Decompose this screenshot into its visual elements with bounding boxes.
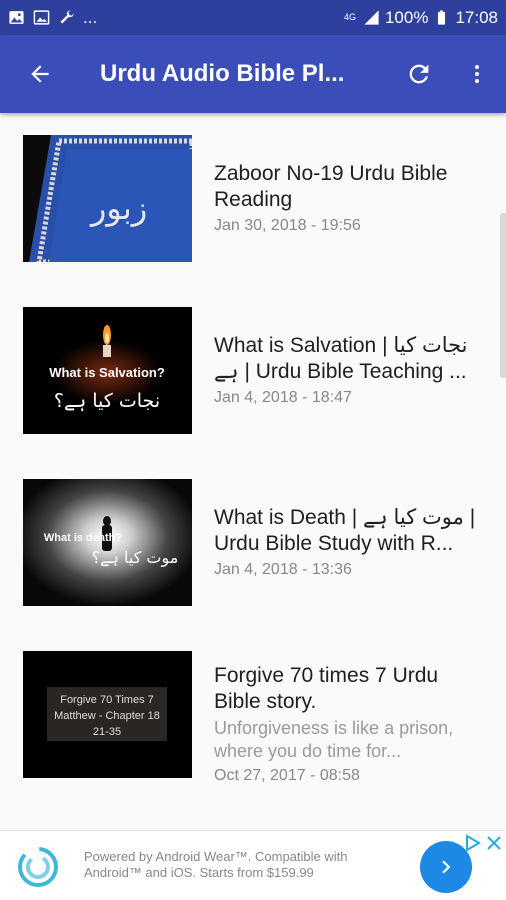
- thumbnail-caption-urdu: نجات کیا ہے؟: [54, 390, 160, 412]
- android-wear-logo-icon: [18, 847, 58, 887]
- video-description: Unforgiveness is like a prison, where yo…: [214, 718, 454, 761]
- more-notifications-text: ...: [83, 7, 98, 27]
- zaboor-thumbnail-art: زبور: [23, 135, 192, 262]
- thumbnail-line: Forgive 70 Times 7: [60, 694, 154, 706]
- video-item[interactable]: What is Salvation? نجات کیا ہے؟ What is …: [0, 285, 506, 457]
- status-bar: ... 4G 100% 17:08: [0, 0, 506, 35]
- video-item[interactable]: زبور Zaboor No-19 Urdu Bible Reading Jan…: [0, 113, 506, 285]
- back-button[interactable]: [0, 35, 80, 113]
- video-list[interactable]: زبور Zaboor No-19 Urdu Bible Reading Jan…: [0, 113, 506, 818]
- thumbnail-caption: What is death?: [44, 532, 123, 544]
- ad-text: Powered by Android Wear™. Compatible wit…: [84, 849, 348, 880]
- video-date: Jan 4, 2018 - 18:47: [214, 389, 352, 406]
- video-thumbnail[interactable]: What is death? موت کیا ہے؟: [23, 479, 192, 606]
- overflow-menu-button[interactable]: [448, 35, 506, 113]
- thumbnail-caption: What is Salvation?: [49, 365, 165, 380]
- video-thumbnail[interactable]: زبور: [23, 135, 192, 262]
- image-notification-icon: [9, 11, 24, 24]
- salvation-thumbnail-art: What is Salvation? نجات کیا ہے؟: [23, 307, 192, 434]
- thumbnail-caption-urdu: موت کیا ہے؟: [92, 548, 179, 568]
- more-vertical-icon: [475, 65, 479, 83]
- thumbnail-caption: زبور: [89, 189, 147, 227]
- death-thumbnail-art: What is death? موت کیا ہے؟: [23, 479, 192, 606]
- video-item[interactable]: Forgive 70 Times 7 Matthew - Chapter 18 …: [0, 629, 506, 801]
- video-thumbnail[interactable]: What is Salvation? نجات کیا ہے؟: [23, 307, 192, 434]
- video-date: Jan 30, 2018 - 19:56: [214, 217, 361, 234]
- battery-icon: [438, 10, 446, 25]
- video-date: Jan 4, 2018 - 13:36: [214, 561, 352, 578]
- signal-icon: [364, 10, 379, 25]
- refresh-button[interactable]: [390, 35, 448, 113]
- gallery-notification-icon: [33, 10, 50, 25]
- clock-text: 17:08: [455, 7, 498, 27]
- video-title: What is Salvation | نجات کیا ہے | Urdu B…: [214, 334, 468, 383]
- battery-percent-text: 100%: [384, 7, 429, 27]
- thumbnail-line: Matthew - Chapter 18: [54, 710, 160, 722]
- video-date: Oct 27, 2017 - 08:58: [214, 767, 360, 784]
- back-arrow-icon: [31, 65, 49, 83]
- close-icon[interactable]: [484, 833, 504, 853]
- ad-banner[interactable]: Powered by Android Wear™. Compatible wit…: [0, 830, 506, 900]
- chevron-right-icon: [442, 860, 451, 874]
- app-bar: Urdu Audio Bible Pl...: [0, 35, 506, 113]
- network-type-text: 4G: [343, 12, 356, 22]
- scrollbar[interactable]: [500, 213, 506, 378]
- video-title: Zaboor No-19 Urdu Bible Reading: [214, 162, 448, 211]
- refresh-icon: [409, 64, 429, 84]
- wrench-notification-icon: [60, 10, 74, 24]
- video-title: Forgive 70 times 7 Urdu Bible story.: [214, 664, 439, 713]
- ad-choices-icon[interactable]: [462, 833, 482, 853]
- video-title: What is Death | موت کیا ہے | Urdu Bible …: [214, 506, 476, 555]
- video-thumbnail[interactable]: Forgive 70 Times 7 Matthew - Chapter 18 …: [23, 651, 192, 778]
- video-item[interactable]: What is death? موت کیا ہے؟ What is Death…: [0, 457, 506, 629]
- forgive-thumbnail-art: Forgive 70 Times 7 Matthew - Chapter 18 …: [23, 651, 192, 778]
- page-title: Urdu Audio Bible Pl...: [100, 60, 345, 87]
- thumbnail-line: 21-35: [93, 726, 121, 738]
